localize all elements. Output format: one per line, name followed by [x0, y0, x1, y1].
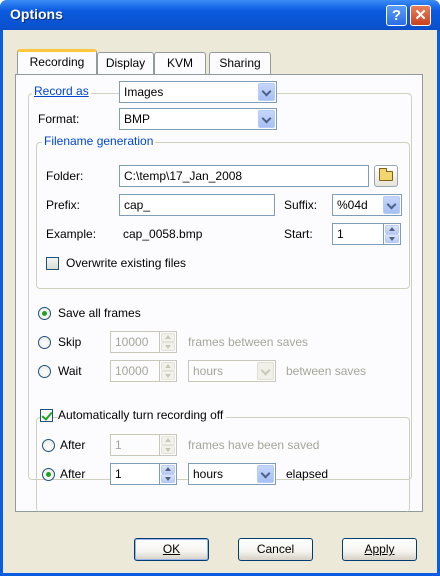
after-frames-input[interactable]: 1 — [110, 434, 160, 456]
suffix-label: Suffix: — [284, 198, 318, 212]
start-input[interactable]: 1 — [332, 223, 384, 245]
wait-duration-spinner[interactable] — [160, 360, 177, 382]
after-time-unit-value: hours — [193, 467, 224, 481]
record-as-dropdown-button[interactable] — [258, 83, 275, 101]
window-title: Options — [10, 6, 63, 22]
folder-label: Folder: — [46, 169, 84, 183]
close-button[interactable]: ✕ — [410, 5, 431, 26]
auto-off-label[interactable]: Automatically turn recording off — [58, 408, 227, 422]
record-as-value: Images — [124, 85, 164, 99]
after-time-spinner[interactable] — [160, 463, 177, 485]
after-frames-suffix-label: frames have been saved — [188, 438, 320, 452]
save-all-frames-label[interactable]: Save all frames — [58, 306, 141, 320]
chevron-down-icon — [260, 365, 271, 376]
cancel-button-label: Cancel — [256, 542, 295, 556]
wait-unit-select[interactable]: hours — [188, 360, 276, 382]
tab-sharing[interactable]: Sharing — [209, 52, 271, 74]
start-spinner[interactable] — [384, 223, 401, 245]
after-time-unit-dropdown-button[interactable] — [257, 465, 274, 483]
spin-down-icon[interactable] — [161, 342, 175, 351]
suffix-select[interactable]: %04d — [332, 194, 402, 216]
cancel-button[interactable]: Cancel — [238, 538, 313, 561]
dialog-client-area: Recording Display KVM Sharing Record as … — [3, 30, 437, 573]
format-label: Format: — [38, 112, 80, 126]
spin-down-icon[interactable] — [161, 474, 175, 483]
spin-down-icon[interactable] — [161, 445, 175, 454]
after-frames-label[interactable]: After — [60, 438, 85, 452]
skip-frames-input[interactable]: 10000 — [110, 331, 160, 353]
browse-folder-button[interactable] — [374, 165, 398, 187]
start-label: Start: — [284, 227, 313, 241]
tab-recording[interactable]: Recording — [17, 49, 97, 74]
wait-suffix-label: between saves — [286, 364, 367, 378]
example-label: Example: — [46, 227, 97, 241]
prefix-label: Prefix: — [46, 198, 81, 212]
ok-button[interactable]: OK — [134, 538, 209, 561]
spin-up-icon[interactable] — [161, 465, 175, 474]
chevron-down-icon — [261, 86, 272, 97]
skip-frames-spinner[interactable] — [160, 331, 177, 353]
spin-down-icon[interactable] — [161, 371, 175, 380]
apply-button-label: Apply — [364, 542, 395, 556]
suffix-dropdown-button[interactable] — [383, 196, 400, 214]
apply-button[interactable]: Apply — [342, 538, 417, 561]
help-button[interactable]: ? — [386, 5, 407, 26]
after-time-suffix-label: elapsed — [286, 467, 329, 481]
spin-up-icon[interactable] — [385, 225, 399, 234]
auto-off-checkbox[interactable] — [40, 409, 53, 422]
prefix-input[interactable]: cap_ — [119, 194, 275, 216]
example-value: cap_0058.bmp — [123, 227, 203, 241]
save-all-frames-radio[interactable] — [38, 307, 51, 320]
tab-display[interactable]: Display — [97, 52, 154, 74]
skip-radio[interactable] — [38, 336, 51, 349]
ok-button-label: OK — [162, 542, 181, 556]
spin-up-icon[interactable] — [161, 362, 175, 371]
format-dropdown-button[interactable] — [258, 110, 275, 128]
skip-suffix-label: frames between saves — [188, 335, 309, 349]
after-frames-spinner[interactable] — [160, 434, 177, 456]
folder-icon — [379, 168, 393, 181]
spin-up-icon[interactable] — [161, 333, 175, 342]
record-as-select[interactable]: Images — [119, 81, 277, 103]
recording-tab-panel: Record as Images Format: BMP Filename ge… — [15, 74, 423, 512]
skip-label[interactable]: Skip — [58, 335, 81, 349]
chevron-down-icon — [260, 468, 271, 479]
wait-unit-dropdown-button[interactable] — [257, 362, 274, 380]
title-bar[interactable]: Options ? ✕ — [0, 0, 440, 30]
spin-down-icon[interactable] — [385, 234, 399, 243]
folder-input[interactable]: C:\temp\17_Jan_2008 — [119, 165, 369, 187]
wait-radio[interactable] — [38, 365, 51, 378]
record-as-label: Record as — [32, 84, 91, 98]
after-time-radio[interactable] — [42, 468, 55, 481]
overwrite-checkbox[interactable] — [46, 257, 59, 270]
wait-label[interactable]: Wait — [58, 364, 82, 378]
after-time-unit-select[interactable]: hours — [188, 463, 276, 485]
after-time-input[interactable]: 1 — [110, 463, 160, 485]
wait-unit-value: hours — [193, 364, 224, 378]
overwrite-label[interactable]: Overwrite existing files — [66, 256, 186, 270]
filename-generation-title: Filename generation — [42, 134, 156, 148]
options-dialog: Options ? ✕ Recording Display KVM Sharin… — [0, 0, 440, 576]
format-value: BMP — [124, 112, 151, 126]
chevron-down-icon — [261, 113, 272, 124]
after-time-label[interactable]: After — [60, 467, 85, 481]
after-frames-radio[interactable] — [42, 439, 55, 452]
tab-kvm[interactable]: KVM — [154, 52, 206, 74]
chevron-down-icon — [386, 199, 397, 210]
spin-up-icon[interactable] — [161, 436, 175, 445]
format-select[interactable]: BMP — [119, 108, 277, 130]
suffix-value: %04d — [337, 198, 368, 212]
wait-duration-input[interactable]: 10000 — [110, 360, 160, 382]
